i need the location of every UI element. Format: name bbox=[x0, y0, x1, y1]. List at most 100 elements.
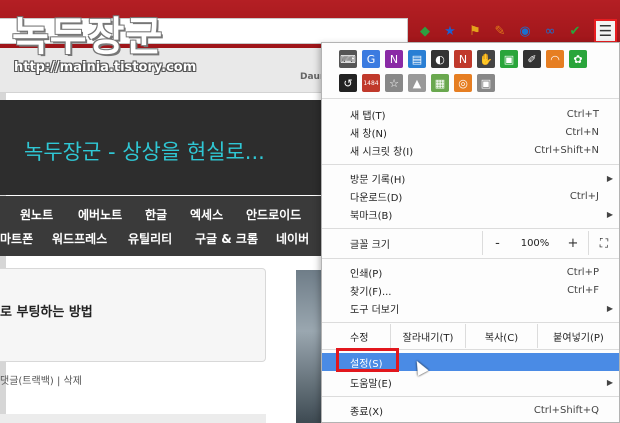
zoom-out-button[interactable]: - bbox=[482, 231, 512, 255]
menu-shortcut: Ctrl+Shift+Q bbox=[533, 404, 599, 416]
nav-link[interactable]: 워드프레스 bbox=[52, 230, 107, 247]
image-icon[interactable]: ▦ bbox=[431, 74, 449, 92]
mask-icon[interactable]: ◐ bbox=[431, 50, 449, 68]
menu-separator bbox=[322, 322, 619, 323]
check-icon[interactable]: ✔ bbox=[564, 20, 586, 42]
menu-item-print[interactable]: 인쇄(P) Ctrl+P bbox=[322, 263, 619, 281]
nav-link[interactable]: 유틸리티 bbox=[128, 230, 172, 247]
menu-item-label: 도구 더보기 bbox=[350, 304, 400, 316]
submenu-arrow-icon: ▶ bbox=[606, 303, 613, 313]
nav-link[interactable]: 네이버 bbox=[276, 230, 309, 247]
document-icon[interactable]: ▤ bbox=[408, 50, 426, 68]
menu-shortcut: Ctrl+F bbox=[567, 284, 599, 296]
nav-row-2: 마트폰 워드프레스 유틸리티 구글 & 크롬 네이버 bbox=[0, 223, 322, 253]
submenu-arrow-icon: ▶ bbox=[606, 173, 613, 183]
hand-icon[interactable]: ✋ bbox=[477, 50, 495, 68]
star-outline-icon[interactable]: ☆ bbox=[385, 74, 403, 92]
blog-title[interactable]: 녹두장군 - 상상을 현실로... bbox=[24, 136, 265, 166]
menu-item-bookmarks[interactable]: 북마크(B) ▶ bbox=[322, 205, 619, 223]
nav-link[interactable]: 마트폰 bbox=[0, 230, 33, 247]
menu-separator bbox=[322, 258, 619, 259]
submenu-arrow-icon: ▶ bbox=[606, 377, 613, 387]
star-icon[interactable]: ★ bbox=[439, 20, 461, 42]
fullscreen-button[interactable]: ⛶ bbox=[588, 231, 619, 255]
menu-item-label: 도움말(E) bbox=[350, 378, 392, 390]
watermark-url: http://mainia.tistory.com bbox=[14, 60, 197, 75]
onenote-icon[interactable]: N bbox=[385, 50, 403, 68]
menu-ext-row-1: ⌨ G N ▤ ◐ N ✋ ▣ ✐ ◠ ✿ bbox=[339, 47, 599, 71]
undo-icon[interactable]: ↺ bbox=[339, 74, 357, 92]
sidebar-thumbnail bbox=[296, 270, 324, 423]
zoom-value: 100% bbox=[520, 237, 550, 249]
badge-1484-icon[interactable]: 1484 bbox=[362, 74, 380, 92]
watermark-title: 녹두장군 bbox=[12, 13, 164, 60]
new-badge-icon[interactable]: N bbox=[454, 50, 472, 68]
menu-extensions: ⌨ G N ▤ ◐ N ✋ ▣ ✐ ◠ ✿ ↺ 1484 ☆ ▲ ▦ ◎ ▣ bbox=[339, 47, 599, 95]
edit-row: 수정 잘라내기(T) 복사(C) 붙여넣기(P) bbox=[322, 324, 619, 348]
translate-icon[interactable]: G bbox=[362, 50, 380, 68]
cut-button[interactable]: 잘라내기(T) bbox=[390, 324, 465, 348]
yellow-flag-icon[interactable]: ⚑ bbox=[464, 20, 486, 42]
blog-nav: 원노트 에버노트 한글 엑세스 안드로이드 마트폰 워드프레스 유틸리티 구글 … bbox=[0, 196, 322, 256]
edit-label: 수정 bbox=[350, 332, 369, 344]
menu-item-label: 다운로드(D) bbox=[350, 192, 403, 204]
zoom-row: 글꼴 크기 - 100% + ⛶ bbox=[322, 231, 619, 255]
nav-link[interactable]: 구글 & 크롬 bbox=[195, 230, 258, 247]
menu-item-label: 새 시크릿 창(I) bbox=[350, 146, 414, 158]
post-meta[interactable]: 댓글(트랙백) | 삭제 bbox=[0, 372, 82, 387]
menu-item-label: 새 탭(T) bbox=[350, 110, 386, 122]
extension-toolbar: ◆ ★ ⚑ ✎ ◉ ∞ ✔ bbox=[414, 20, 586, 42]
menu-shortcut: Ctrl+T bbox=[566, 108, 599, 120]
submenu-arrow-icon: ▶ bbox=[606, 209, 613, 219]
zoom-in-button[interactable]: + bbox=[558, 231, 588, 255]
menu-item-history[interactable]: 방문 기록(H) ▶ bbox=[322, 169, 619, 187]
nav-link[interactable]: 안드로이드 bbox=[246, 206, 301, 223]
menu-item-incognito[interactable]: 새 시크릿 창(I) Ctrl+Shift+N bbox=[322, 141, 619, 159]
rss-icon[interactable]: ◎ bbox=[454, 74, 472, 92]
hamburger-icon: ☰ bbox=[598, 22, 613, 40]
menu-item-label: 새 창(N) bbox=[350, 128, 387, 140]
keyboard-icon[interactable]: ⌨ bbox=[339, 50, 357, 68]
nav-link[interactable]: 엑세스 bbox=[190, 206, 223, 223]
menu-item-new-window[interactable]: 새 창(N) Ctrl+N bbox=[322, 123, 619, 141]
menu-item-downloads[interactable]: 다운로드(D) Ctrl+J bbox=[322, 187, 619, 205]
menu-item-label: 북마크(B) bbox=[350, 210, 393, 222]
ad-strip bbox=[0, 414, 266, 423]
menu-shortcut: Ctrl+N bbox=[565, 126, 599, 138]
menu-item-exit[interactable]: 종료(X) Ctrl+Shift+Q bbox=[322, 401, 619, 419]
menu-separator bbox=[322, 164, 619, 165]
paste-button[interactable]: 붙여넣기(P) bbox=[537, 324, 619, 348]
green-diamond-icon[interactable]: ◆ bbox=[414, 20, 436, 42]
post-title[interactable]: 로 부팅하는 방법 bbox=[0, 301, 93, 320]
feather-icon[interactable]: ✎ bbox=[489, 20, 511, 42]
grid-icon[interactable]: ▣ bbox=[477, 74, 495, 92]
nav-link[interactable]: 원노트 bbox=[20, 206, 53, 223]
menu-item-label: 찾기(F)... bbox=[350, 286, 392, 298]
fullscreen-icon: ⛶ bbox=[599, 235, 609, 250]
drive-icon[interactable]: ▲ bbox=[408, 74, 426, 92]
menu-item-label: 방문 기록(H) bbox=[350, 174, 406, 186]
chrome-menu-button[interactable]: ☰ bbox=[594, 19, 617, 43]
menu-item-find[interactable]: 찾기(F)... Ctrl+F bbox=[322, 281, 619, 299]
chrome-menu: ⌨ G N ▤ ◐ N ✋ ▣ ✐ ◠ ✿ ↺ 1484 ☆ ▲ ▦ ◎ ▣ 새 탭(T) Ctrl+T 새 창… bbox=[321, 42, 620, 423]
nav-link[interactable]: 에버노트 bbox=[78, 206, 122, 223]
rainbow-icon[interactable]: ◠ bbox=[546, 50, 564, 68]
evernote-icon[interactable]: ✿ bbox=[569, 50, 587, 68]
menu-item-more-tools[interactable]: 도구 더보기 ▶ bbox=[322, 299, 619, 317]
menu-item-label: 설정(S) bbox=[350, 358, 383, 370]
compass-icon[interactable]: ◉ bbox=[514, 20, 536, 42]
copy-button[interactable]: 복사(C) bbox=[465, 324, 537, 348]
menu-item-help[interactable]: 도움말(E) ▶ bbox=[322, 373, 619, 391]
nav-link[interactable]: 한글 bbox=[145, 206, 167, 223]
zoom-label: 글꼴 크기 bbox=[350, 239, 390, 251]
menu-item-settings[interactable]: 설정(S) bbox=[322, 353, 619, 371]
menu-separator bbox=[322, 98, 619, 99]
menu-shortcut: Ctrl+J bbox=[569, 190, 599, 202]
eyedropper-icon[interactable]: ✐ bbox=[523, 50, 541, 68]
link-icon[interactable]: ∞ bbox=[539, 20, 561, 42]
menu-item-label: 인쇄(P) bbox=[350, 268, 383, 280]
camera-icon[interactable]: ▣ bbox=[500, 50, 518, 68]
menu-shortcut: Ctrl+Shift+N bbox=[534, 144, 599, 156]
menu-separator bbox=[322, 396, 619, 397]
menu-item-new-tab[interactable]: 새 탭(T) Ctrl+T bbox=[322, 105, 619, 123]
